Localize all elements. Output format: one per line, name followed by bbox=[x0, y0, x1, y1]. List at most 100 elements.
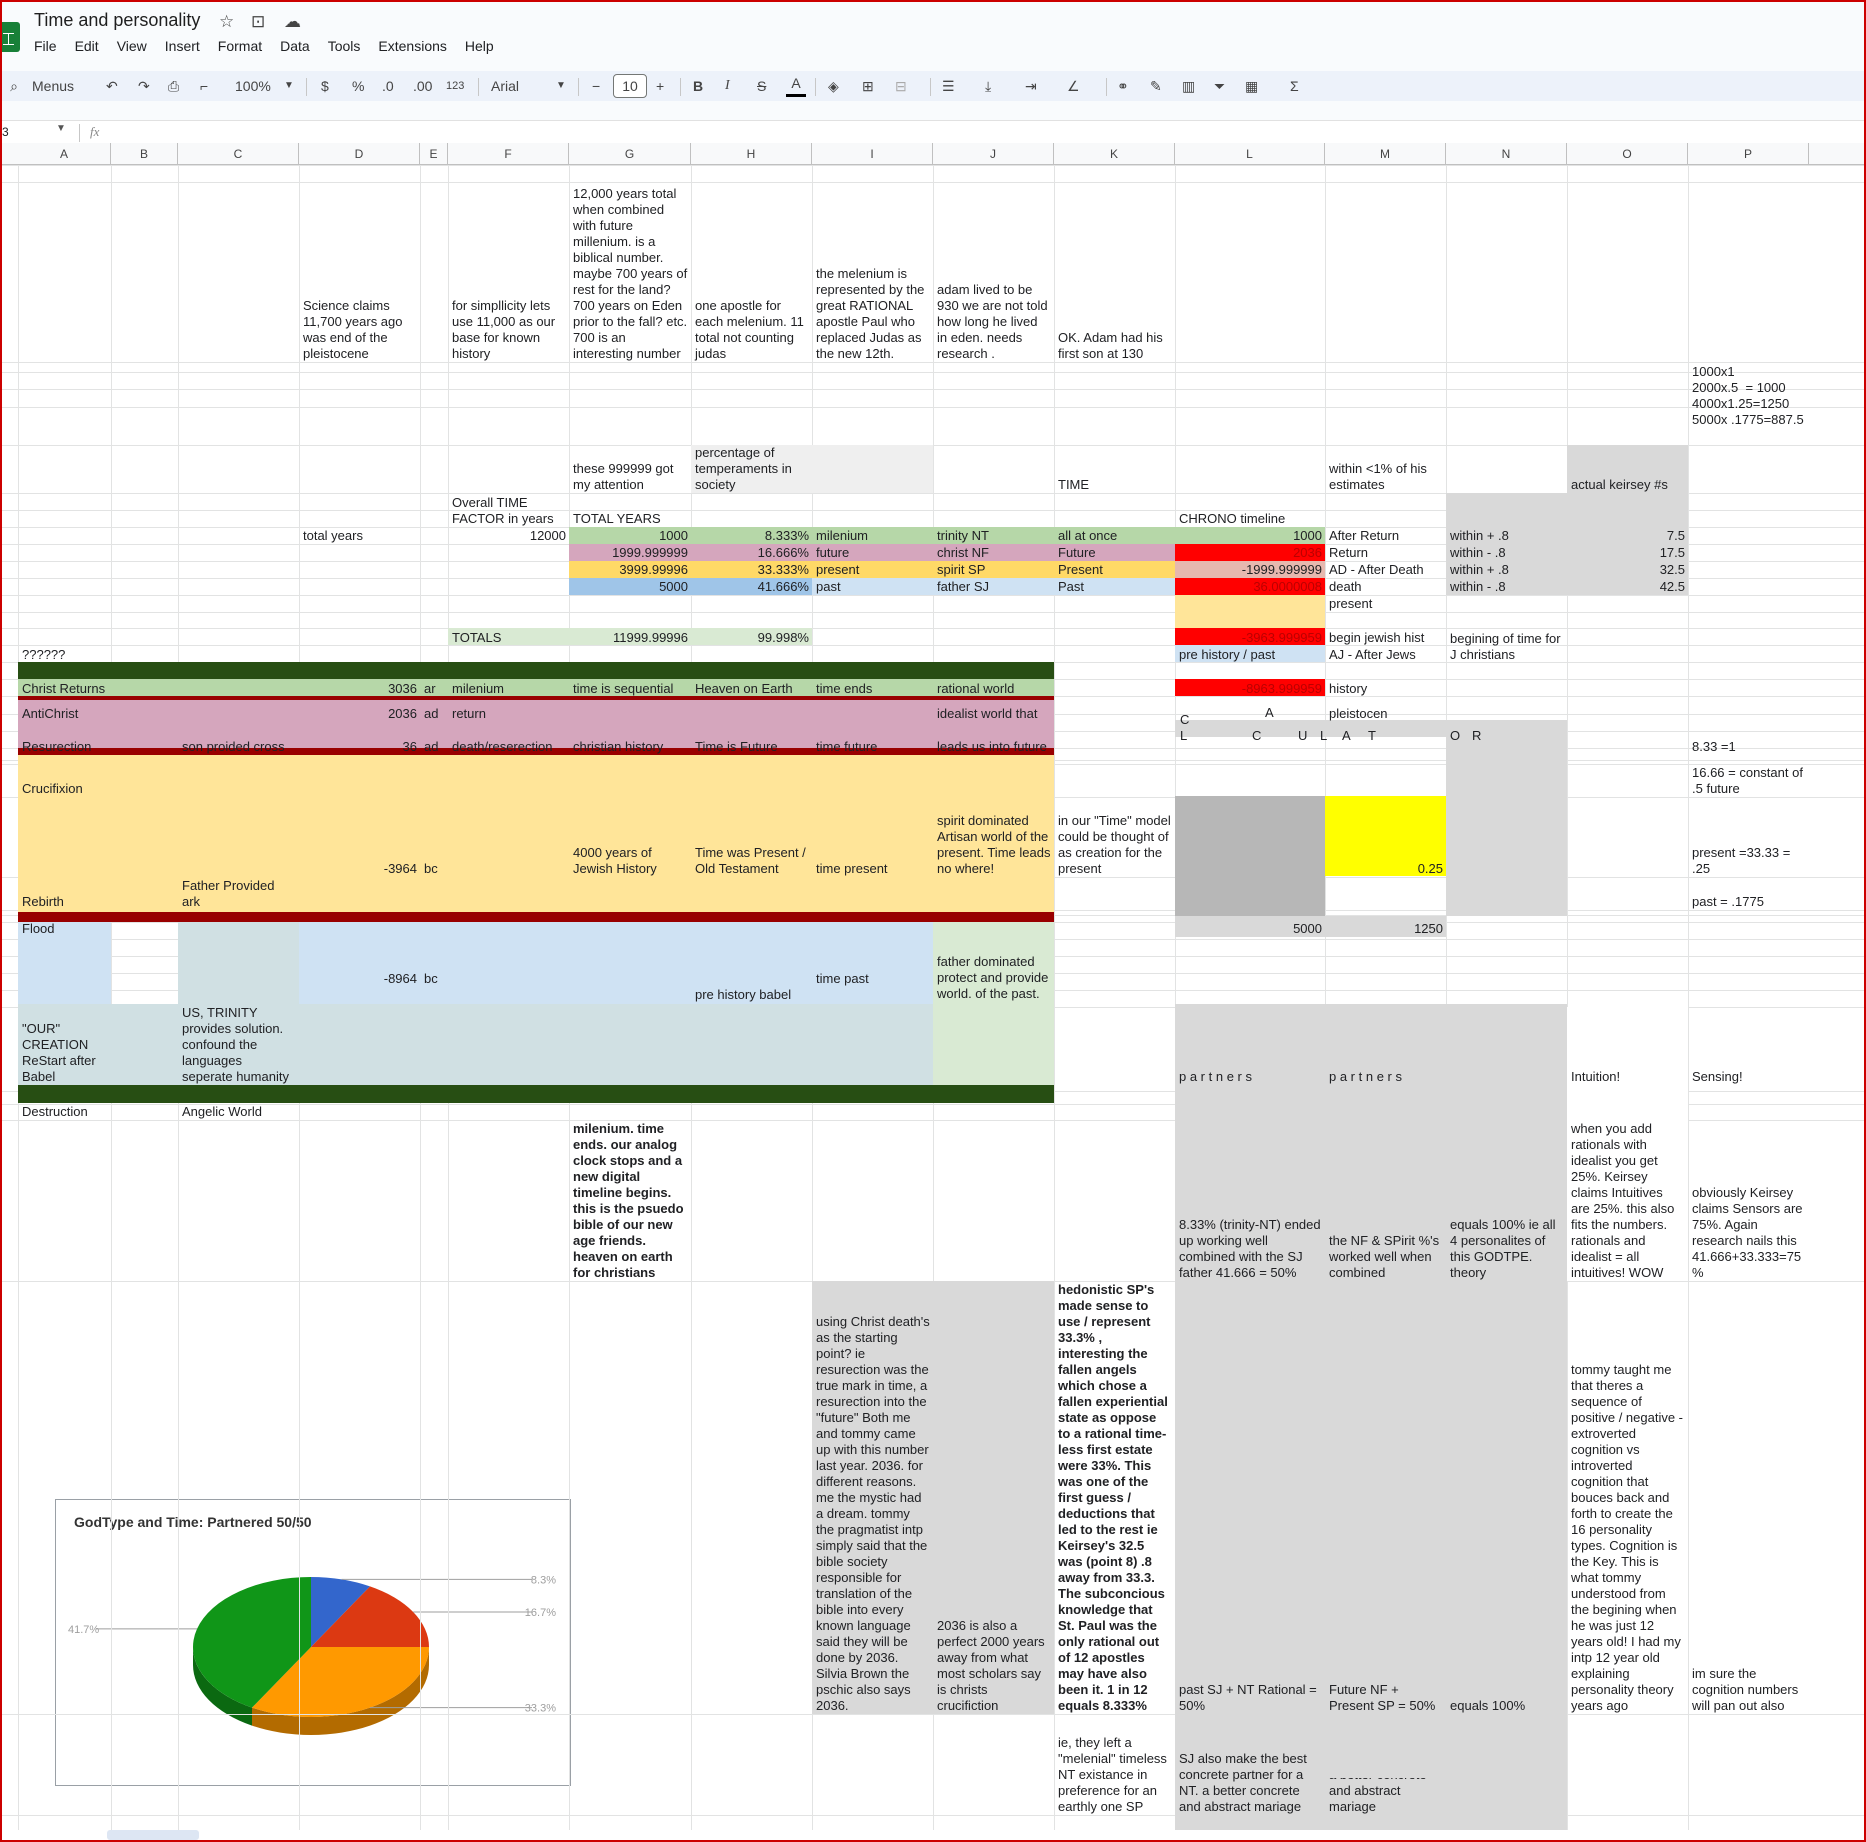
cell-h-pre[interactable]: pre history babel bbox=[692, 971, 812, 1003]
cell-r-resur-2[interactable]: 36 bbox=[300, 739, 420, 755]
column-header-l[interactable]: L bbox=[1175, 143, 1325, 165]
cell-m-ap[interactable]: AP - after pleistocen bbox=[1326, 706, 1446, 722]
cell-l-3963[interactable]: -3963.999959 bbox=[1176, 630, 1325, 646]
chart-icon[interactable]: ▥ bbox=[1182, 71, 1195, 101]
cell-m-vals-4[interactable]: known History / present bbox=[1326, 596, 1446, 612]
cell-m-within[interactable]: all keirsey's#s within <1% of his estima… bbox=[1326, 460, 1446, 493]
decrease-decimal-button[interactable]: .0 bbox=[382, 71, 394, 101]
cell-k-vals-0[interactable]: all at once bbox=[1055, 528, 1175, 544]
column-header-j[interactable]: J bbox=[933, 143, 1054, 165]
cell-r-resur-5[interactable]: christian history bbox=[570, 739, 691, 755]
redo-icon[interactable]: ↷ bbox=[138, 71, 150, 101]
cell-r-resur-0[interactable]: Resurection bbox=[19, 739, 111, 755]
column-header-c[interactable]: C bbox=[178, 143, 299, 165]
cell-o-when[interactable]: when you add rationals with idealist you… bbox=[1568, 1120, 1688, 1281]
cell-r1-i[interactable]: the melenium is represented by the great… bbox=[813, 260, 933, 362]
cell-n-begining[interactable]: begining of time for J christians bbox=[1447, 630, 1567, 663]
merge-cells-icon[interactable]: ⊟ bbox=[895, 71, 907, 101]
bold-button[interactable]: B bbox=[693, 71, 703, 101]
cell-o-vals-0[interactable]: 7.5 bbox=[1568, 528, 1688, 544]
column-header-g[interactable]: G bbox=[569, 143, 691, 165]
cell-p-obv[interactable]: obviously Keirsey claims Sensors are 75%… bbox=[1689, 1184, 1808, 1281]
cell-m-future[interactable]: Future NF + Present SP = 50% bbox=[1326, 1682, 1446, 1714]
menu-help[interactable]: Help bbox=[465, 38, 494, 54]
column-header-a[interactable]: A bbox=[18, 143, 111, 165]
cell-g-vals-3[interactable]: 5000 bbox=[570, 579, 691, 595]
cell-m-vals-3[interactable]: death bbox=[1326, 579, 1446, 595]
cell-l-partners[interactable]: p a r t n e r s bbox=[1176, 1069, 1325, 1085]
percent-button[interactable]: % bbox=[352, 71, 364, 101]
cell-h-vals-0[interactable]: 8.333% bbox=[692, 528, 812, 544]
cell-r1-h[interactable]: one apostle for each melenium. 11 total … bbox=[692, 292, 812, 362]
table-view-icon[interactable]: ▦ bbox=[1245, 71, 1258, 101]
cell-r1-d[interactable]: Science claims 11,700 years ago was end … bbox=[300, 292, 420, 362]
cell-m-vals-0[interactable]: After Return bbox=[1326, 528, 1446, 544]
zoom-select[interactable]: 100% bbox=[235, 71, 271, 101]
italic-button[interactable]: I bbox=[725, 71, 730, 101]
cell-l-vals-0[interactable]: 1000 bbox=[1176, 528, 1325, 544]
cell-a-q[interactable]: ?????? bbox=[19, 647, 111, 663]
cell-h-pct[interactable]: percentage of temperaments in society bbox=[692, 444, 812, 493]
cell-l-sj[interactable]: SJ also make the best concrete partner f… bbox=[1176, 1714, 1325, 1815]
functions-icon[interactable]: Σ bbox=[1290, 71, 1299, 101]
cell-o-vals-1[interactable]: 17.5 bbox=[1568, 545, 1688, 561]
text-color-button[interactable]: A bbox=[786, 71, 806, 97]
column-header-n[interactable]: N bbox=[1446, 143, 1567, 165]
font-size-input[interactable]: 10 bbox=[613, 74, 647, 98]
cell-r-christ-7[interactable]: rational world bbox=[934, 681, 1054, 697]
cell-m-vals-2[interactable]: AD - After Death bbox=[1326, 562, 1446, 578]
cell-m-vals-1[interactable]: Return bbox=[1326, 545, 1446, 561]
cell-n-vals-1[interactable]: within - .8 bbox=[1447, 545, 1567, 561]
cell-g-vals-1[interactable]: 1999.999999 bbox=[570, 545, 691, 561]
link-icon[interactable]: ⚭ bbox=[1117, 71, 1129, 101]
cell-p-sure[interactable]: im sure the cognition numbers will pan o… bbox=[1689, 1666, 1808, 1714]
cell-p-1666[interactable]: 16.66 = constant of .5 future bbox=[1689, 764, 1808, 797]
menu-format[interactable]: Format bbox=[218, 38, 262, 54]
chevron-down-icon[interactable]: ▼ bbox=[556, 71, 566, 101]
menu-file[interactable]: File bbox=[34, 38, 57, 54]
cell-j-father[interactable]: father dominated protect and provide wor… bbox=[934, 938, 1054, 1002]
cell-r1-g[interactable]: 12,000 years total when combined with fu… bbox=[570, 185, 691, 362]
cell-r-christ-6[interactable]: time ends bbox=[813, 681, 933, 697]
chevron-down-icon[interactable]: ▼ bbox=[284, 71, 294, 101]
cell-i-vals-3[interactable]: past bbox=[813, 579, 933, 595]
cell-m-16666[interactable]: 16.666+33.333=50 the NF & SPirit %'s wor… bbox=[1326, 1232, 1446, 1281]
paint-format-icon[interactable]: ⌐ bbox=[200, 71, 208, 101]
cell-c-us[interactable]: US, TRINITY provides solution. confound … bbox=[179, 1005, 299, 1085]
number-format-button[interactable]: 123 bbox=[446, 71, 464, 101]
column-header-h[interactable]: H bbox=[691, 143, 812, 165]
strikethrough-button[interactable]: S bbox=[757, 71, 766, 101]
menus-search[interactable]: Menus bbox=[32, 71, 74, 101]
borders-icon[interactable]: ⊞ bbox=[862, 71, 874, 101]
cell-o-vals-2[interactable]: 32.5 bbox=[1568, 562, 1688, 578]
undo-icon[interactable]: ↶ bbox=[106, 71, 118, 101]
column-header-e[interactable]: E bbox=[420, 143, 448, 165]
cell-j-vals-1[interactable]: christ NF bbox=[934, 545, 1054, 561]
cell-d-8964[interactable]: -8964 bbox=[300, 971, 420, 987]
cell-l-833[interactable]: 8.33% (trinity-NT) ended up working well… bbox=[1176, 1200, 1325, 1281]
cell-p-833[interactable]: 8.33 =1 bbox=[1689, 739, 1808, 755]
cell-m-partners[interactable]: p a r t n e r s bbox=[1326, 1069, 1446, 1085]
currency-button[interactable]: $ bbox=[321, 71, 329, 101]
cell-g-total[interactable]: TOTAL YEARS bbox=[570, 510, 691, 527]
cell-n-equals[interactable]: equals 100% ie all 4 personalites of thi… bbox=[1447, 1216, 1567, 1281]
column-header-o[interactable]: O bbox=[1567, 143, 1688, 165]
cell-i-vals-0[interactable]: milenium bbox=[813, 528, 933, 544]
cell-j-vals-0[interactable]: trinity NT bbox=[934, 528, 1054, 544]
cell-r-christ-3[interactable]: milenium bbox=[449, 681, 569, 697]
cell-k-vals-3[interactable]: Past bbox=[1055, 579, 1175, 595]
document-title[interactable]: Time and personality bbox=[34, 10, 200, 31]
cell-o-actual[interactable]: actual keirsey #s bbox=[1568, 477, 1688, 493]
text-rotate-icon[interactable]: ∠ bbox=[1067, 71, 1080, 101]
cell-j-spirit[interactable]: spirit dominated Artisan world of the pr… bbox=[934, 813, 1054, 877]
cell-g-vals-0[interactable]: 1000 bbox=[570, 528, 691, 544]
chevron-down-icon[interactable]: ▼ bbox=[56, 123, 66, 134]
font-size-decrease-icon[interactable]: − bbox=[592, 71, 600, 101]
name-box[interactable]: 3 bbox=[2, 125, 9, 139]
cell-k-time[interactable]: TIME bbox=[1055, 477, 1175, 493]
cell-r-christ-1[interactable]: 3036 bbox=[300, 681, 420, 697]
cell-a-rebirth[interactable]: Rebirth bbox=[19, 894, 111, 910]
horizontal-scrollbar[interactable] bbox=[107, 1830, 199, 1840]
cell-a-our[interactable]: "OUR" CREATION ReStart after Babel bbox=[19, 1021, 111, 1085]
cell-r1-j[interactable]: adam lived to be 930 we are not told how… bbox=[934, 276, 1054, 362]
